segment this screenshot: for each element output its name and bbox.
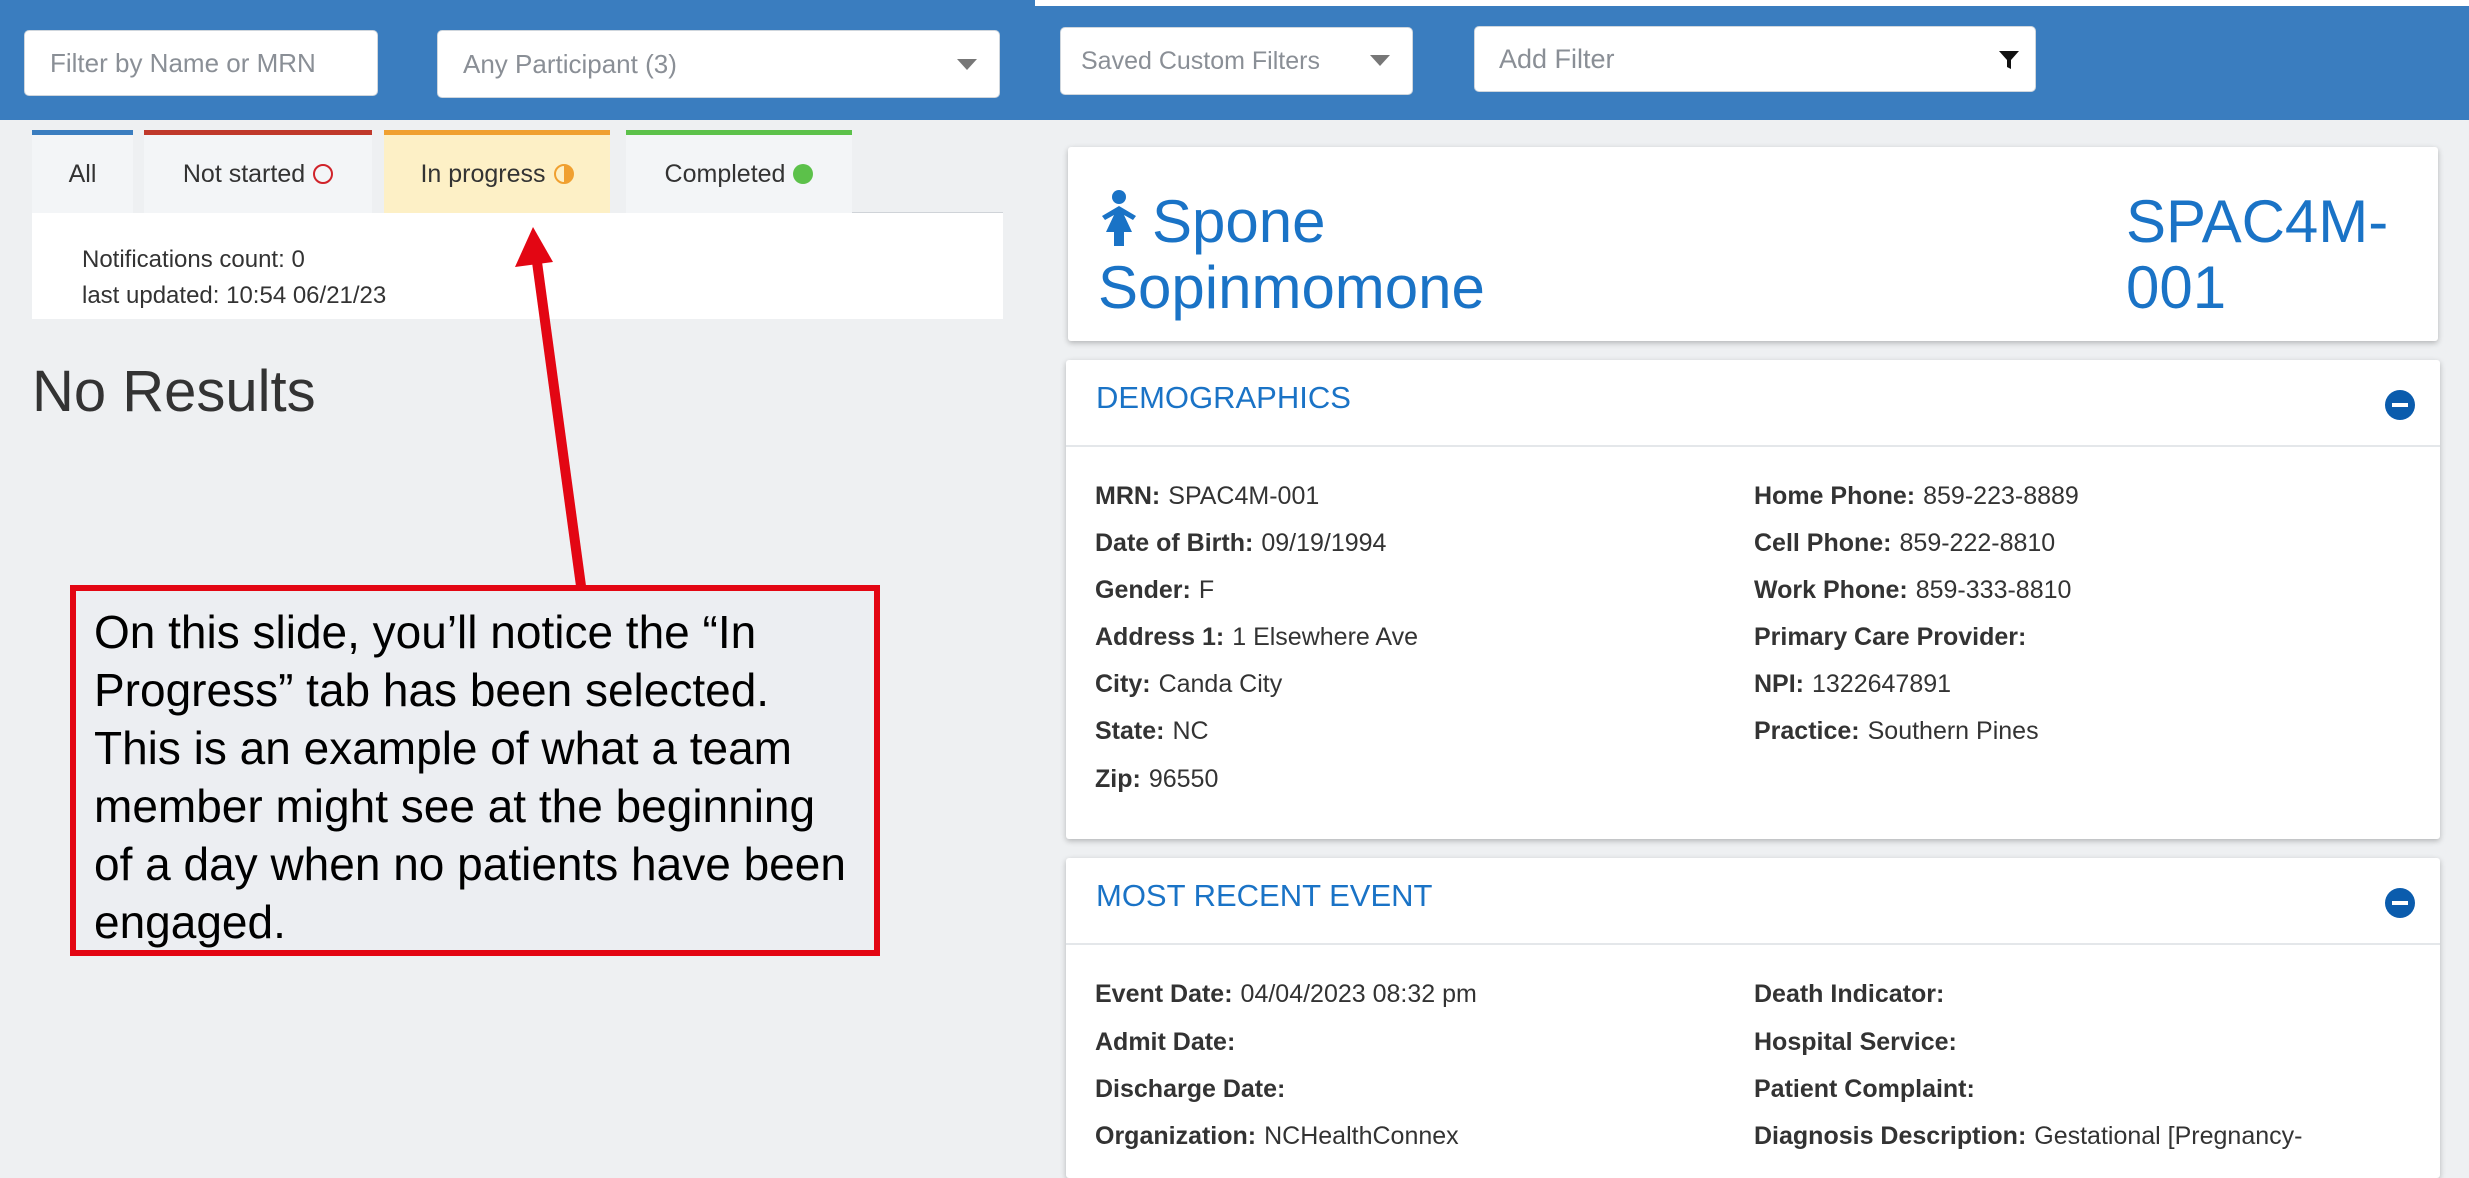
field-organization: Organization: NCHealthConnex [1095,1122,1459,1150]
notifications-count: Notifications count: 0 [82,246,305,273]
field-address: Address 1: 1 Elsewhere Ave [1095,623,1418,651]
field-admit-date: Admit Date: [1095,1028,1236,1056]
tab-label: In progress [420,159,546,188]
field-diagnosis: Diagnosis Description: Gestational [Pregn… [1754,1122,2303,1150]
tab-label: Not started [182,159,306,188]
participant-select[interactable]: Any Participant (3) [437,30,1000,98]
saved-filters-select[interactable]: Saved Custom Filters [1060,27,1413,95]
empty-circle-icon [313,164,334,184]
collapse-icon[interactable] [2385,390,2415,420]
patient-id: SPAC4M- 001 [2126,189,2388,321]
field-practice: Practice: Southern Pines [1754,717,2039,745]
add-filter-input[interactable]: Add Filter [1474,26,2036,92]
field-npi: NPI: 1322647891 [1754,670,1952,698]
field-dob: Date of Birth: 09/19/1994 [1095,529,1387,557]
tab-in-progress[interactable]: In progress [384,130,610,213]
tab-label: All [68,159,97,188]
field-work-phone: Work Phone: 859-333-8810 [1754,576,2072,604]
patient-last-name: Sopinmomone [1098,254,1485,321]
tab-completed[interactable]: Completed [626,130,852,213]
tab-not-started[interactable]: Not started [144,130,372,213]
no-results-text: No Results [32,359,316,424]
field-cell-phone: Cell Phone: 859-222-8810 [1754,529,2056,557]
saved-filters-value: Saved Custom Filters [1081,46,1320,75]
patient-first-name: Spone [1152,188,1326,255]
patient-id-line1: SPAC4M- [2126,188,2389,255]
field-gender: Gender: F [1095,576,1215,604]
patient-header-card: Spone Sopinmomone SPAC4M- 001 [1068,147,2438,341]
name-mrn-filter-placeholder: Filter by Name or MRN [50,47,316,78]
field-mrn: MRN: SPAC4M-001 [1095,482,1320,510]
tab-all[interactable]: All [32,130,133,213]
field-event-date: Event Date: 04/04/2023 08:32 pm [1095,980,1477,1008]
field-discharge-date: Discharge Date: [1095,1075,1286,1103]
female-person-icon [1102,190,1136,246]
name-mrn-filter-input[interactable]: Filter by Name or MRN [24,30,378,96]
patient-id-line2: 001 [2126,254,2227,321]
filled-circle-icon [793,164,814,184]
add-filter-placeholder: Add Filter [1499,43,1615,74]
last-updated: last updated: 10:54 06/21/23 [82,282,387,309]
patient-name: Spone Sopinmomone [1098,189,1485,321]
recent-event-header[interactable]: MOST RECENT EVENT [1066,858,2440,945]
field-patient-complaint: Patient Complaint: [1754,1075,1975,1103]
field-death-indicator: Death Indicator: [1754,980,1945,1008]
field-hospital-service: Hospital Service: [1754,1028,1957,1056]
field-city: City: Canda City [1095,670,1283,698]
demographics-header[interactable]: DEMOGRAPHICS [1066,360,2440,447]
participant-select-value: Any Participant (3) [463,48,677,79]
status-tabs: All Not started In progress Completed [32,130,1003,214]
field-zip: Zip: 96550 [1095,765,1219,793]
half-circle-icon [553,164,574,184]
demographics-card: DEMOGRAPHICS MRN: SPAC4M-001 Date of Birt… [1066,360,2440,839]
field-home-phone: Home Phone: 859-223-8889 [1754,482,2079,510]
field-state: State: NC [1095,717,1209,745]
notifications-panel: Notifications count: 0 last updated: 10:… [32,213,1003,319]
annotation-callout: On this slide, you’ll notice the “In Pro… [70,585,880,956]
funnel-icon[interactable] [1997,48,2021,72]
callout-text: On this slide, you’ll notice the “In Pro… [94,606,846,948]
tab-label: Completed [664,159,786,188]
section-title: DEMOGRAPHICS [1096,380,1351,415]
collapse-icon[interactable] [2385,888,2415,918]
chevron-down-icon [1370,55,1390,66]
recent-event-card: MOST RECENT EVENT Event Date: 04/04/2023 … [1066,858,2440,1178]
section-title: MOST RECENT EVENT [1096,878,1433,913]
field-pcp: Primary Care Provider: [1754,623,2027,651]
chevron-down-icon [957,59,977,70]
